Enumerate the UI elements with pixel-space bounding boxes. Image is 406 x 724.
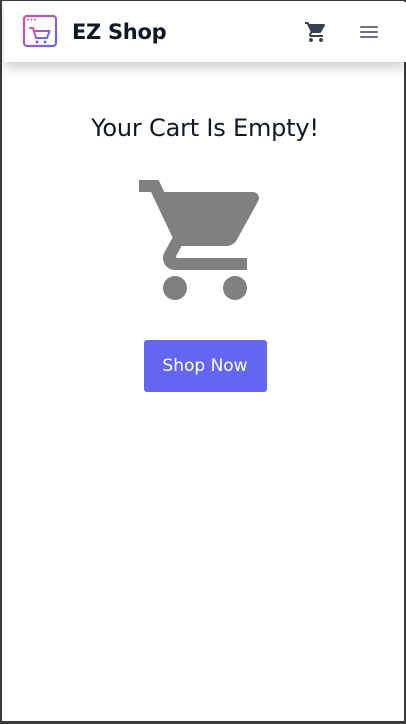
app-frame: EZ Shop Your Cart Is Empty! Shop Now — [0, 0, 406, 724]
page-title: Your Cart Is Empty! — [91, 114, 319, 142]
shop-now-button[interactable]: Shop Now — [143, 340, 267, 392]
hamburger-menu-icon — [360, 26, 378, 38]
empty-cart-section: Your Cart Is Empty! Shop Now — [4, 62, 406, 392]
menu-button[interactable] — [356, 19, 382, 45]
empty-cart-icon — [139, 180, 260, 300]
brand-name: EZ Shop — [72, 20, 167, 44]
top-navbar: EZ Shop — [4, 2, 406, 62]
cart-icon — [305, 22, 326, 42]
cart-button[interactable] — [303, 19, 329, 45]
nav-actions — [303, 19, 382, 45]
brand-link[interactable]: EZ Shop — [22, 14, 167, 50]
shop-logo-icon — [22, 14, 58, 48]
